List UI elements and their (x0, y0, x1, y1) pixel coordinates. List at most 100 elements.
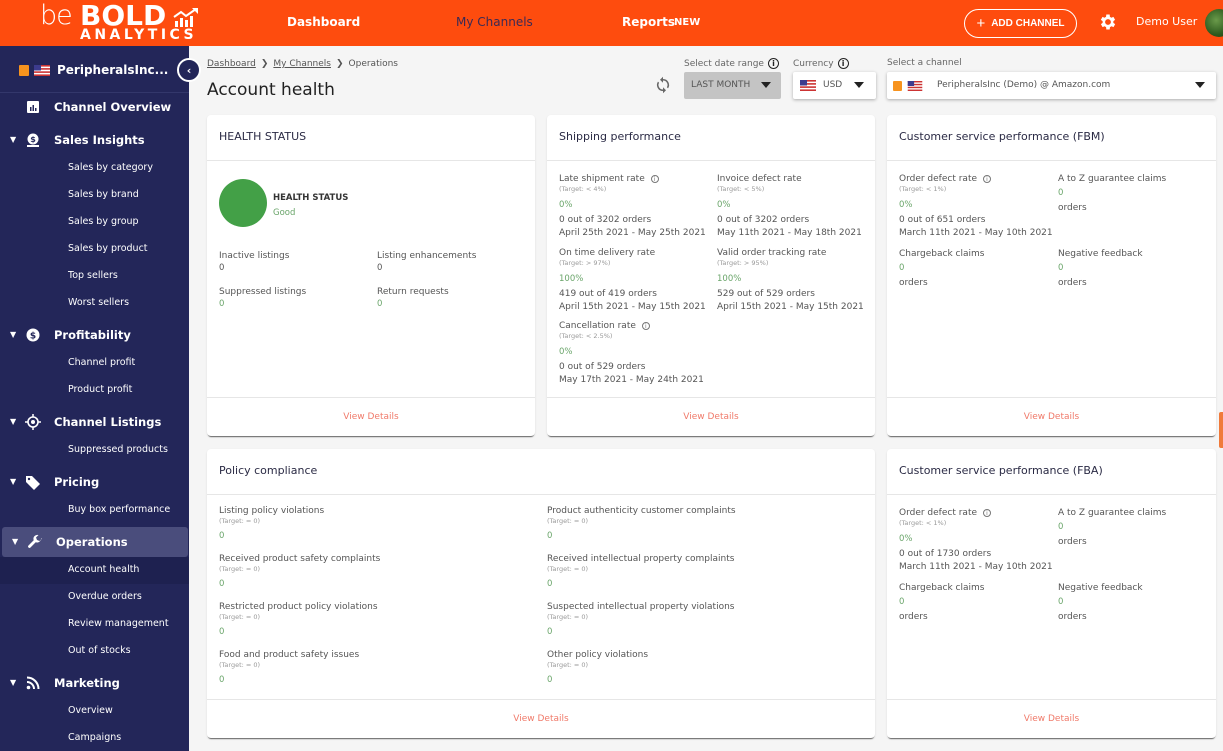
info-icon[interactable]: i (641, 322, 650, 331)
nav-dashboard[interactable]: Dashboard (287, 15, 360, 29)
metric-invoice-defect-rate: Invoice defect rate (Target: < 5%) 0% 0 out… (717, 174, 862, 238)
sidebar-item-operations[interactable]: ▼ Operations (2, 527, 188, 557)
sidebar-subitem-account-health[interactable]: Account health (0, 557, 189, 584)
sidebar-subitem-label: Sales by group (68, 216, 139, 227)
caret-down-icon[interactable]: ▼ (10, 678, 16, 687)
breadcrumb: Dashboard ❯ My Channels ❯ Operations (207, 59, 398, 69)
sidebar-item-profitability[interactable]: ▼ $ Profitability (0, 320, 189, 350)
sidebar-item-marketing[interactable]: ▼ Marketing (0, 668, 189, 698)
add-channel-label: ADD CHANNEL (991, 18, 1065, 29)
sidebar-subitem-product-profit[interactable]: Product profit (0, 377, 189, 404)
suppressed-listings: Suppressed listings 0 (219, 287, 306, 309)
metric-label: On time delivery rate (559, 248, 656, 258)
view-details-link[interactable]: View Details (513, 714, 568, 724)
sidebar-item-channel-listings[interactable]: ▼ Channel Listings (0, 407, 189, 437)
metric-value: 0 (219, 626, 225, 637)
channel-select[interactable]: PeripheralsInc (Demo) @ Amazon.com (887, 72, 1216, 99)
feedback-side-tab[interactable] (1219, 412, 1223, 448)
sidebar-subitem-worst-sellers[interactable]: Worst sellers (0, 290, 189, 317)
date-range-select[interactable]: LAST MONTH (684, 72, 781, 99)
sidebar-subitem-buy-box-performance[interactable]: Buy box performance (0, 497, 189, 524)
metric-date-range: April 15th 2021 - May 15th 2021 (559, 301, 706, 312)
sidebar-item-label: Channel Overview (54, 100, 172, 114)
metric-negative-feedback: Negative feedback 0 orders (1058, 249, 1143, 289)
caret-down-icon[interactable]: ▼ (10, 417, 16, 426)
sidebar-subitem-review-management[interactable]: Review management (0, 611, 189, 638)
add-channel-button[interactable]: + ADD CHANNEL (964, 9, 1077, 38)
sidebar-subitem-label: Channel profit (68, 357, 136, 368)
card-header: Policy compliance (207, 449, 875, 495)
sidebar-subitem-campaigns[interactable]: Campaigns (0, 725, 189, 751)
card-footer: View Details (207, 699, 875, 738)
sidebar-subitem-out-of-stocks[interactable]: Out of stocks (0, 638, 189, 665)
top-bar: be BOLD ANALYTICS Dashboard My Channels … (0, 0, 1223, 46)
metric-value: 100% (559, 273, 584, 284)
sidebar-item-channel-overview[interactable]: Channel Overview (0, 92, 189, 122)
sidebar-channel[interactable]: PeripheralsInc... (0, 46, 189, 93)
sidebar-subitem-overview[interactable]: Overview (0, 698, 189, 725)
info-icon[interactable]: i (983, 175, 992, 184)
currency-label-text: Currency (793, 58, 834, 69)
metric-label: Negative feedback (1058, 583, 1143, 593)
breadcrumb-separator: ❯ (260, 59, 269, 69)
bar-chart-icon (25, 99, 41, 115)
currency-label: Currency i (793, 58, 849, 69)
gear-icon[interactable] (1098, 12, 1118, 32)
metric-label: Product authenticity customer complaints (547, 506, 736, 516)
sidebar-subitem-channel-profit[interactable]: Channel profit (0, 350, 189, 377)
sidebar-subitem-sales-by-category[interactable]: Sales by category (0, 155, 189, 182)
user-name[interactable]: Demo User (1136, 15, 1197, 28)
view-details-link[interactable]: View Details (1024, 412, 1079, 422)
breadcrumb-my-channels[interactable]: My Channels (273, 59, 331, 69)
view-details-link[interactable]: View Details (343, 412, 398, 422)
sidebar-item-pricing[interactable]: ▼ Pricing (0, 467, 189, 497)
view-details-link[interactable]: View Details (1024, 714, 1079, 724)
currency-select[interactable]: USD (793, 72, 876, 99)
breadcrumb-dashboard[interactable]: Dashboard (207, 59, 256, 69)
info-icon[interactable]: i (767, 58, 779, 69)
reports-new-badge: NEW (674, 17, 701, 28)
metric-label: Received intellectual property complaint… (547, 554, 735, 564)
sidebar-subitem-overdue-orders[interactable]: Overdue orders (0, 584, 189, 611)
metric-chargeback-claims: Chargeback claims 0 orders (899, 249, 984, 289)
metric-label: Return requests (377, 287, 449, 297)
metric-orders: 419 out of 419 orders (559, 288, 657, 299)
sidebar-subitem-top-sellers[interactable]: Top sellers (0, 263, 189, 290)
collapse-sidebar-button[interactable]: ‹ (177, 58, 201, 82)
caret-down-icon[interactable]: ▼ (10, 135, 16, 144)
nav-my-channels[interactable]: My Channels (456, 15, 533, 29)
metric-a-to-z-claims: A to Z guarantee claims 0 orders (1058, 508, 1166, 548)
metric-orders: 0 out of 3202 orders (559, 214, 652, 225)
sidebar-subitem-sales-by-brand[interactable]: Sales by brand (0, 182, 189, 209)
metric-value: 0 (547, 674, 553, 685)
logo[interactable]: be BOLD ANALYTICS (40, 0, 200, 46)
caret-down-icon[interactable]: ▼ (10, 330, 16, 339)
nav-reports[interactable]: Reports (622, 15, 675, 29)
metric-target: (Target: < 2.5%) (559, 331, 613, 340)
view-details-link[interactable]: View Details (683, 412, 738, 422)
chevron-left-icon: ‹ (186, 63, 192, 77)
refresh-icon[interactable] (654, 76, 672, 94)
sidebar-item-sales-insights[interactable]: ▼ $ Sales Insights (0, 125, 189, 155)
metric-label: Received product safety complaints (219, 554, 381, 564)
metric-date-range: May 11th 2021 - May 18th 2021 (717, 227, 862, 238)
metric-value: 0 (899, 596, 905, 607)
metric-target: (Target: < 4%) (559, 184, 607, 193)
return-requests: Return requests 0 (377, 287, 449, 309)
info-icon[interactable]: i (650, 175, 659, 184)
caret-down-icon (761, 82, 771, 88)
info-icon[interactable]: i (983, 509, 992, 518)
sidebar-subitem-sales-by-product[interactable]: Sales by product (0, 236, 189, 263)
metric-value: 100% (717, 273, 742, 284)
caret-down-icon[interactable]: ▼ (10, 477, 16, 486)
sidebar-channel-name: PeripheralsInc... (57, 63, 169, 77)
sidebar-subitem-label: Sales by product (68, 243, 148, 254)
metric-orders: 0 out of 3202 orders (717, 214, 810, 225)
sidebar-subitem-suppressed-products[interactable]: Suppressed products (0, 437, 189, 464)
sidebar-subitem-sales-by-group[interactable]: Sales by group (0, 209, 189, 236)
avatar[interactable] (1205, 9, 1223, 37)
health-status-card: HEALTH STATUS HEALTH STATUS Good Inactiv… (207, 115, 535, 436)
caret-down-icon[interactable]: ▼ (12, 537, 18, 546)
info-icon[interactable]: i (837, 58, 849, 69)
metric-target: (Target: = 0) (547, 612, 589, 621)
